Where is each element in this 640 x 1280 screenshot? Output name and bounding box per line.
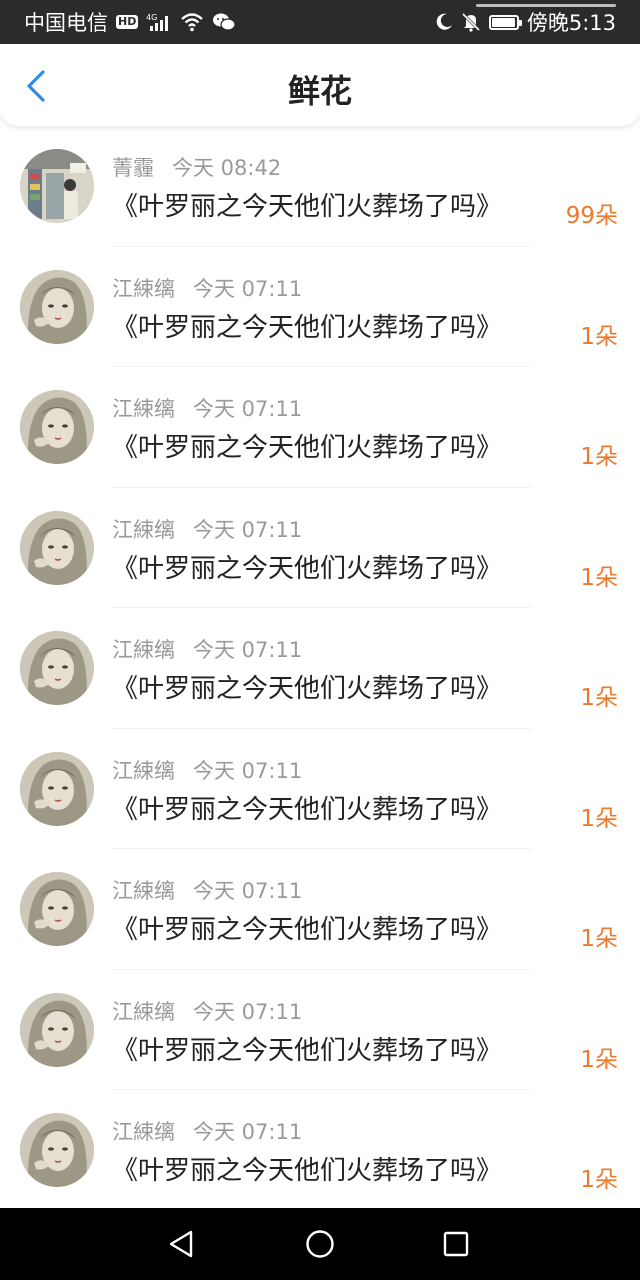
nav-recents-button[interactable]: [434, 1222, 478, 1266]
flower-count: 1朵: [580, 1046, 618, 1073]
carrier-label: 中国电信: [24, 11, 108, 35]
sender-name: 江綀缡: [112, 999, 175, 1024]
list-item[interactable]: 江綀缡 今天 07:11 《叶罗丽之今天他们火葬场了吗》 1朵: [0, 488, 640, 609]
list-item[interactable]: 菁霾 今天 08:42 《叶罗丽之今天他们火葬场了吗》 99朵: [0, 126, 640, 247]
flower-count: 1朵: [580, 926, 618, 952]
flower-count: 99朵: [565, 203, 618, 229]
illustration-avatar[interactable]: [20, 269, 94, 344]
list-item[interactable]: 江綀缡 今天 07:11 《叶罗丽之今天他们火葬场了吗》 1朵: [0, 1090, 640, 1211]
moon-icon: [435, 13, 453, 31]
signal-icon: 4G: [146, 12, 172, 32]
bell-off-icon: [461, 12, 481, 32]
page-title: 鲜花: [287, 72, 352, 110]
system-nav-bar: [0, 1208, 640, 1280]
item-message: 《叶罗丽之今天他们火葬场了吗》: [112, 674, 503, 704]
title-bar: 鲜花: [0, 44, 640, 126]
status-bar-left: 中国电信 HD 4G: [24, 7, 236, 37]
wechat-icon: [212, 12, 236, 32]
nav-home-button[interactable]: [298, 1222, 342, 1266]
clock-label: 傍晚5:13: [526, 11, 616, 35]
list-item[interactable]: 江綀缡 今天 07:11 《叶罗丽之今天他们火葬场了吗》 1朵: [0, 849, 640, 970]
flower-count: 1朵: [580, 1167, 618, 1193]
item-meta: 江綀缡 今天 07:11: [112, 634, 302, 664]
item-message: 《叶罗丽之今天他们火葬场了吗》: [112, 1035, 503, 1066]
item-message: 《叶罗丽之今天他们火葬场了吗》: [112, 794, 503, 825]
item-time: 今天 07:11: [193, 999, 303, 1024]
item-message: 《叶罗丽之今天他们火葬场了吗》: [112, 192, 503, 222]
battery-level: [491, 17, 516, 27]
item-message: 《叶罗丽之今天他们火葬场了吗》: [112, 1156, 503, 1186]
item-time: 今天 08:42: [172, 156, 282, 180]
item-meta: 江綀缡 今天 07:11: [112, 996, 302, 1026]
list-item[interactable]: 江綀缡 今天 07:11 《叶罗丽之今天他们火葬场了吗》 1朵: [0, 970, 640, 1091]
item-message: 《叶罗丽之今天他们火葬场了吗》: [112, 433, 503, 463]
item-message: 《叶罗丽之今天他们火葬场了吗》: [112, 553, 503, 584]
sender-name: 江綀缡: [112, 276, 175, 301]
item-time: 今天 07:11: [193, 397, 303, 421]
battery-icon: [488, 14, 522, 30]
item-time: 今天 07:11: [193, 276, 303, 301]
sender-name: 江綀缡: [112, 397, 175, 421]
item-message: 《叶罗丽之今天他们火葬场了吗》: [112, 312, 503, 343]
list-item[interactable]: 江綀缡 今天 07:11 《叶罗丽之今天他们火葬场了吗》 1朵: [0, 608, 640, 729]
hd-icon: HD: [116, 15, 139, 29]
sender-name: 江綀缡: [112, 879, 175, 903]
illustration-avatar[interactable]: [20, 510, 94, 585]
item-meta: 江綀缡 今天 07:11: [112, 273, 302, 303]
item-time: 今天 07:11: [193, 1120, 303, 1144]
status-bar-indicator: [476, 4, 616, 7]
illustration-avatar[interactable]: [20, 631, 94, 705]
sender-name: 江綀缡: [112, 517, 175, 542]
wifi-icon: [180, 12, 204, 32]
list-item[interactable]: 江綀缡 今天 07:11 《叶罗丽之今天他们火葬场了吗》 1朵: [0, 367, 640, 488]
item-time: 今天 07:11: [193, 758, 303, 783]
item-message: 《叶罗丽之今天他们火葬场了吗》: [112, 915, 503, 945]
illustration-avatar[interactable]: [20, 992, 94, 1067]
illustration-avatar[interactable]: [20, 872, 94, 946]
svg-text:4G: 4G: [146, 13, 157, 22]
item-time: 今天 07:11: [193, 879, 303, 903]
list-item[interactable]: 江綀缡 今天 07:11 《叶罗丽之今天他们火葬场了吗》 1朵: [0, 247, 640, 368]
sender-name: 江綀缡: [112, 758, 175, 783]
status-bar: 中国电信 HD 4G 傍晚5:13: [0, 0, 640, 44]
illustration-avatar[interactable]: [20, 751, 94, 826]
nav-back-button[interactable]: [160, 1222, 204, 1266]
photo-avatar[interactable]: [20, 149, 94, 223]
status-bar-right: 傍晚5:13: [435, 7, 616, 37]
flower-count: 1朵: [580, 685, 618, 711]
item-time: 今天 07:11: [193, 638, 303, 662]
item-meta: 江綀缡 今天 07:11: [112, 755, 302, 785]
illustration-avatar[interactable]: [20, 1113, 94, 1187]
item-meta: 江綀缡 今天 07:11: [112, 393, 302, 423]
flower-list: 菁霾 今天 08:42 《叶罗丽之今天他们火葬场了吗》 99朵 江綀缡 今天 07:…: [0, 126, 640, 1211]
back-triangle-icon: [169, 1230, 193, 1258]
flower-count: 1朵: [580, 805, 618, 832]
item-time: 今天 07:11: [193, 517, 303, 542]
item-meta: 菁霾 今天 08:42: [112, 152, 281, 182]
sender-name: 菁霾: [112, 156, 154, 180]
item-meta: 江綀缡 今天 07:11: [112, 1116, 302, 1146]
home-circle-icon: [306, 1230, 334, 1258]
item-meta: 江綀缡 今天 07:11: [112, 875, 302, 905]
illustration-avatar[interactable]: [20, 390, 94, 464]
sender-name: 江綀缡: [112, 1120, 175, 1144]
sender-name: 江綀缡: [112, 638, 175, 662]
item-meta: 江綀缡 今天 07:11: [112, 514, 302, 544]
recents-square-icon: [443, 1231, 469, 1257]
flower-count: 1朵: [580, 323, 618, 350]
flower-count: 1朵: [580, 564, 618, 591]
flower-count: 1朵: [580, 444, 618, 470]
list-item[interactable]: 江綀缡 今天 07:11 《叶罗丽之今天他们火葬场了吗》 1朵: [0, 729, 640, 850]
